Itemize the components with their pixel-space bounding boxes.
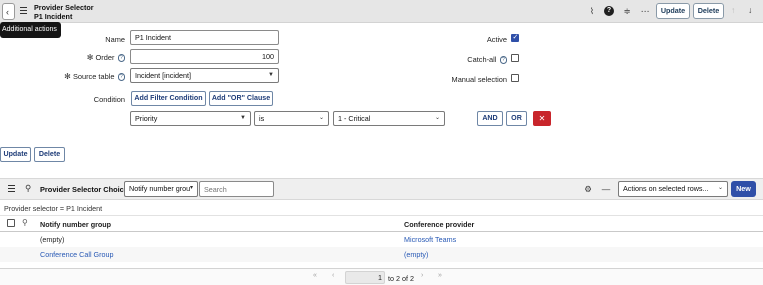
name-input[interactable]: P1 Incident [130,30,279,45]
required-icon: ✻ [64,72,71,81]
related-list-title: Provider Selector Choices [40,185,133,194]
table-header: ⚲ Notify number group Conference provide… [0,216,763,232]
gear-icon[interactable]: ⚙ [583,184,593,194]
cell-conference-provider[interactable]: Microsoft Teams [404,232,456,247]
cell-notify-number-group[interactable]: Conference Call Group [40,247,114,262]
cell-notify-number-group: (empty) [40,235,65,244]
chevron-down-icon: ⌄ [717,185,723,191]
breadcrumb-filter[interactable]: Provider selector = P1 Incident [0,201,763,216]
or-button[interactable]: OR [506,111,527,126]
next-page-icon[interactable]: › [421,272,423,279]
update-button-bottom[interactable]: Update [0,147,31,162]
order-input[interactable]: 100 [130,49,279,64]
delete-button-bottom[interactable]: Delete [34,147,65,162]
record-name-title: P1 Incident [34,11,73,21]
more-options-icon[interactable]: ⋯ [640,6,650,16]
collapse-icon[interactable]: — [601,184,611,194]
add-or-clause-button[interactable]: Add "OR" Clause [209,91,273,106]
column-header-notify-number-group[interactable]: Notify number group [40,220,111,229]
page-count-text: to 2 of 2 [388,274,414,283]
help-circle-icon[interactable]: ? [117,54,125,62]
remove-condition-button[interactable]: ✕ [533,111,551,126]
chevron-down-icon: ⌄ [434,115,440,121]
list-menu-icon[interactable] [8,185,15,192]
table-row: (empty) Microsoft Teams [0,232,763,247]
table-row: Conference Call Group (empty) [0,247,763,262]
settings-icon[interactable]: ≑ [622,6,632,16]
paperclip-icon[interactable]: ⌇ [587,6,597,16]
last-page-icon[interactable]: » [438,272,442,279]
chevron-down-icon: ▼ [268,72,274,78]
previous-page-icon[interactable]: ‹ [332,272,334,279]
manual-selection-checkbox[interactable] [511,74,519,82]
condition-operator-select[interactable]: is ⌄ [254,111,329,126]
add-filter-condition-button[interactable]: Add Filter Condition [131,91,206,106]
condition-field-select[interactable]: Priority ▼ [130,111,251,126]
condition-label: Condition [93,95,125,104]
next-record-icon[interactable]: ↓ [748,5,752,15]
previous-record-icon[interactable]: ↑ [731,5,735,15]
search-column-icon[interactable]: ⚲ [22,218,28,227]
select-all-checkbox[interactable] [7,219,15,227]
filter-icon[interactable]: ⚲ [25,183,31,194]
catch-all-checkbox[interactable] [511,54,519,62]
update-button[interactable]: Update [656,3,690,19]
first-page-icon[interactable]: « [313,272,317,279]
page-number-input[interactable]: 1 [345,271,385,284]
active-label: Active [486,35,507,44]
condition-value-select[interactable]: 1 - Critical ⌄ [333,111,445,126]
chevron-left-icon: ‹ [6,7,9,17]
column-header-conference-provider[interactable]: Conference provider [404,220,474,229]
source-table-label: ✻ Source table ? [40,72,125,81]
required-icon: ✻ [86,53,94,62]
actions-on-selected-select[interactable]: Actions on selected rows... ⌄ [618,181,728,197]
catch-all-label: Catch-all ? [440,55,507,64]
delete-button[interactable]: Delete [693,3,724,19]
chevron-down-icon: ▾ [189,185,193,191]
help-circle-icon[interactable]: ? [117,73,125,81]
chevron-down-icon: ▼ [240,115,246,121]
source-table-select[interactable]: Incident [incident] ▼ [130,68,279,83]
search-input[interactable] [199,181,274,197]
new-button[interactable]: New [731,181,756,197]
chevron-down-icon: ⌄ [318,115,324,121]
help-circle-icon[interactable]: ? [499,56,507,64]
order-label: ✻ Order ? [60,53,125,62]
back-button[interactable]: ‹ [2,3,15,20]
cell-conference-provider[interactable]: (empty) [404,247,428,262]
search-field-select[interactable]: Notify number grou ▾ [124,181,198,197]
and-button[interactable]: AND [477,111,503,126]
additional-actions-tooltip: Additional actions [0,22,61,38]
help-icon[interactable]: ? [604,6,614,16]
additional-actions-menu-icon[interactable] [20,7,27,14]
name-label: Name [105,35,125,44]
manual-selection-label: Manual selection [451,75,507,84]
active-checkbox[interactable] [511,33,519,42]
